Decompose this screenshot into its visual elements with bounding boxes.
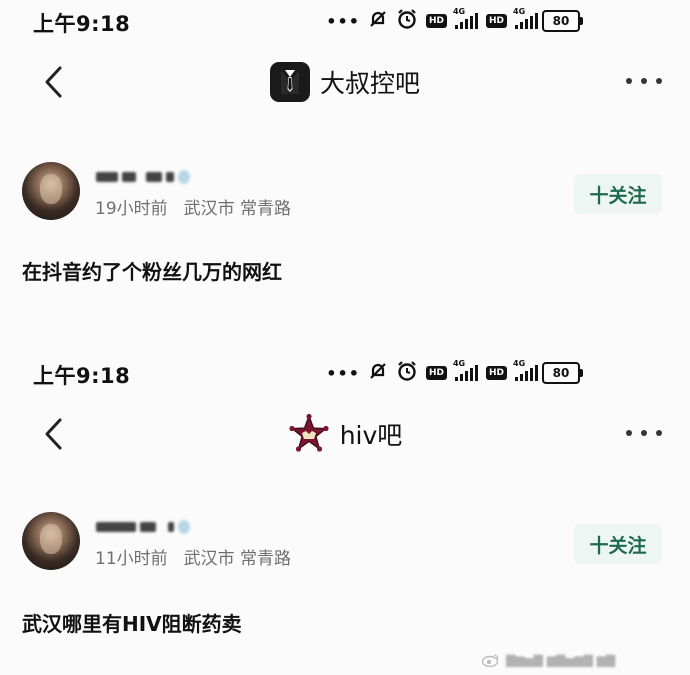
status-time: 上午9:18 xyxy=(33,364,131,388)
notification-dots-icon: ••• xyxy=(326,11,360,31)
status-icons: ••• HD 4G HD 4G xyxy=(326,7,538,35)
username-blurred xyxy=(96,168,206,186)
top-nav-bar: hiv吧 xyxy=(0,406,690,462)
network-type: 4G xyxy=(452,7,466,16)
status-icons: ••• HD 4G HD 4G xyxy=(326,359,538,387)
notification-dots-icon: ••• xyxy=(326,363,360,383)
battery-icon: 80 xyxy=(542,362,583,384)
watermark-text: ▇▆▅▇ ▆▇▅▆▇ ▆▇ xyxy=(506,653,616,667)
status-bar: 上午9:18 ••• HD 4G HD 4G 80 xyxy=(0,352,690,396)
hd-voice-icon: HD xyxy=(425,366,447,380)
network-type: 4G xyxy=(452,359,466,368)
post-meta: 19小时前 武汉市 常青路 xyxy=(95,194,291,219)
hd-voice-icon: HD xyxy=(485,366,507,380)
username-blurred xyxy=(96,518,206,536)
hd-voice-icon: HD xyxy=(425,14,447,28)
alarm-clock-icon xyxy=(396,8,418,35)
watermark: ▇▆▅▇ ▆▇▅▆▇ ▆▇ xyxy=(482,650,682,670)
star-badge-logo-icon xyxy=(288,413,330,455)
post-street: 常青路 xyxy=(240,549,292,569)
follow-button[interactable]: 十关注 xyxy=(574,174,662,214)
avatar[interactable] xyxy=(22,162,80,220)
screenshot-panel-2: 上午9:18 ••• HD 4G HD 4G 80 hiv吧 11小时前 武汉市… xyxy=(0,352,690,662)
post-meta: 11小时前 武汉市 常青路 xyxy=(95,544,291,569)
signal-strength-icon: 4G xyxy=(513,7,538,29)
post-content: 武汉哪里有HIV阻断药卖 xyxy=(22,612,242,636)
post-city: 武汉市 xyxy=(183,199,235,219)
forum-title[interactable]: 大叔控吧 xyxy=(0,62,690,102)
suit-tie-logo-icon xyxy=(269,62,310,102)
follow-button[interactable]: 十关注 xyxy=(574,524,662,564)
screenshot-panel-1: 上午9:18 ••• HD 4G HD 4G 80 大叔控吧 19小时前 武汉市… xyxy=(0,0,690,340)
network-type: 4G xyxy=(513,359,526,368)
status-bar: 上午9:18 ••• HD 4G HD 4G 80 xyxy=(0,0,690,44)
signal-strength-icon: 4G xyxy=(453,359,478,381)
signal-strength-icon: 4G xyxy=(513,359,538,381)
post-header: 19小时前 武汉市 常青路 十关注 xyxy=(0,160,690,230)
weibo-watermark-icon xyxy=(482,654,499,667)
forum-name: 大叔控吧 xyxy=(319,69,420,98)
battery-icon: 80 xyxy=(542,10,583,32)
mute-bell-icon xyxy=(368,9,388,34)
avatar[interactable] xyxy=(22,512,80,570)
more-dots-icon[interactable] xyxy=(626,68,662,94)
post-location: 武汉市 常青路 xyxy=(184,544,291,569)
network-type: 4G xyxy=(513,7,526,16)
post-location: 武汉市 常青路 xyxy=(184,194,291,219)
post-content: 在抖音约了个粉丝几万的网红 xyxy=(22,260,282,284)
status-time: 上午9:18 xyxy=(33,12,131,36)
alarm-clock-icon xyxy=(396,360,418,387)
post-time: 19小时前 xyxy=(95,199,168,219)
post-time: 11小时前 xyxy=(95,549,168,569)
top-nav-bar: 大叔控吧 xyxy=(0,54,690,110)
forum-name: hiv吧 xyxy=(339,421,403,450)
post-city: 武汉市 xyxy=(183,549,235,569)
mute-bell-icon xyxy=(368,361,388,386)
signal-strength-icon: 4G xyxy=(453,7,478,29)
post-street: 常青路 xyxy=(240,199,292,219)
hd-voice-icon: HD xyxy=(485,14,507,28)
forum-title[interactable]: hiv吧 xyxy=(0,413,690,455)
post-header: 11小时前 武汉市 常青路 十关注 xyxy=(0,510,690,580)
more-dots-icon[interactable] xyxy=(626,420,662,446)
